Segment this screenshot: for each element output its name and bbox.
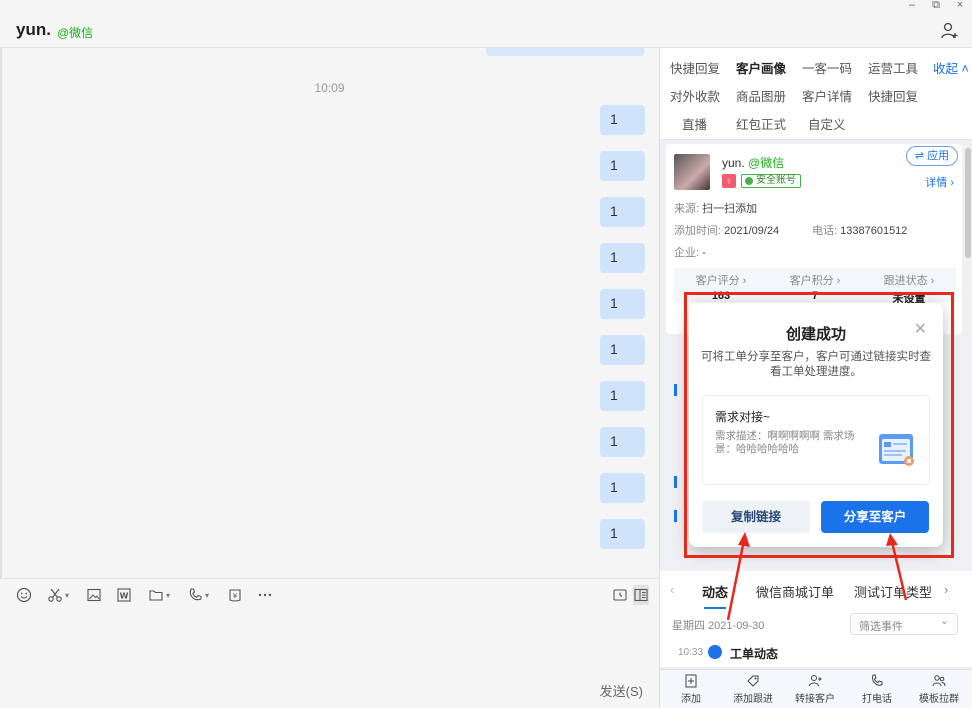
phone-icon[interactable]: ▾: [187, 585, 209, 605]
tab-one-customer-one-code[interactable]: 一客一码: [802, 58, 852, 77]
safe-account-badge: 安全账号: [741, 174, 801, 188]
tab-customer-detail[interactable]: 客户详情: [802, 86, 852, 105]
add-button[interactable]: 添加: [660, 674, 722, 705]
subtab-test-orders[interactable]: 测试订单类型: [854, 582, 932, 601]
document-icon[interactable]: W: [116, 585, 132, 605]
chat-header: yun. @微信: [0, 12, 972, 48]
more-icon[interactable]: [257, 585, 273, 605]
event-dot-icon: [708, 645, 722, 659]
subtab-prev-icon[interactable]: ‹: [670, 582, 674, 597]
subtab-next-icon[interactable]: ›: [944, 582, 948, 597]
contact-name: yun.: [16, 20, 51, 39]
message-bubble[interactable]: 1: [600, 381, 645, 411]
tab-operation-tools[interactable]: 运营工具: [868, 58, 918, 77]
add-user-icon[interactable]: [940, 22, 958, 40]
scroll-edge: [0, 48, 2, 578]
minimize-button[interactable]: –: [900, 0, 924, 12]
tab-live[interactable]: 直播: [682, 114, 707, 133]
template-group-button[interactable]: 模板拉群: [908, 674, 970, 705]
tab-quick-reply[interactable]: 快捷回复: [670, 58, 720, 77]
payment-icon[interactable]: ¥: [227, 585, 243, 605]
event-filter-select[interactable]: 筛选事件: [850, 613, 958, 635]
message-bubble[interactable]: 1: [600, 197, 645, 227]
message-bubble[interactable]: 1: [600, 519, 645, 549]
tool-tabs: 快捷回复 客户画像 一客一码 运营工具 收起 ˄ 对外收款 商品图册 客户详情 …: [660, 48, 972, 140]
chat-message-area[interactable]: 10:09 1 1 1 1 1 1 1 1 1 1: [0, 48, 659, 578]
follow-status-label[interactable]: 跟进状态 ›: [862, 272, 956, 288]
message-bubble[interactable]: 1: [600, 243, 645, 273]
annotation-highlight-box: [684, 292, 954, 558]
tab-custom[interactable]: 自定义: [808, 114, 846, 133]
restore-button[interactable]: ⧉: [924, 0, 948, 12]
score-label[interactable]: 客户评分 ›: [674, 272, 768, 288]
user-transfer-icon: [809, 675, 822, 687]
tab-customer-profile[interactable]: 客户画像: [736, 58, 786, 77]
tab-red-packet[interactable]: 红包正式: [736, 114, 786, 133]
image-icon[interactable]: [86, 585, 102, 605]
panel-scrollbar[interactable]: [965, 148, 971, 258]
activity-tabs: ‹ 动态 微信商城订单 测试订单类型 ›: [660, 571, 972, 609]
message-input[interactable]: 发送(S): [0, 610, 659, 708]
message-bubble-partial: [486, 48, 644, 56]
event-title: 工单动态: [730, 647, 779, 661]
activity-filter-row: 星期四 2021-09-30 筛选事件: [660, 609, 972, 639]
apply-button[interactable]: ⇌ 应用: [906, 146, 958, 166]
message-bubble[interactable]: 1: [600, 289, 645, 319]
close-window-button[interactable]: ×: [948, 0, 972, 12]
tab-quick-reply-2[interactable]: 快捷回复: [868, 86, 918, 105]
transfer-customer-button[interactable]: 转接客户: [784, 674, 846, 705]
customer-name: yun. @微信: [722, 156, 785, 170]
call-button[interactable]: 打电话: [846, 674, 908, 705]
points-label[interactable]: 客户积分 ›: [768, 272, 862, 288]
message-bubble[interactable]: 1: [600, 151, 645, 181]
message-timestamp: 10:09: [314, 81, 345, 95]
folder-icon[interactable]: ▾: [148, 585, 170, 605]
added-time-row: 添加时间: 2021/09/24: [674, 225, 780, 237]
section-marker: [674, 510, 677, 522]
subtab-activity[interactable]: 动态: [702, 582, 728, 609]
message-bubble[interactable]: 1: [600, 105, 645, 135]
app-window: – ⧉ × yun. @微信 10:09 1 1 1 1 1 1 1 1 1 1: [0, 0, 972, 708]
tab-external-payment[interactable]: 对外收款: [670, 86, 720, 105]
section-marker: [674, 384, 677, 396]
message-bubble[interactable]: 1: [600, 473, 645, 503]
svg-text:¥: ¥: [233, 592, 238, 600]
company-row: 企业: -: [674, 247, 706, 259]
emoji-icon[interactable]: [16, 585, 32, 605]
screenshot-icon[interactable]: ▾: [47, 585, 69, 605]
input-toolbar: ▾ W ▾ ▾ ¥: [0, 578, 659, 610]
tab-product-album[interactable]: 商品图册: [736, 86, 786, 105]
group-icon: [932, 675, 946, 687]
send-button[interactable]: 发送(S): [600, 681, 643, 700]
phone-row: 电话: 13387601512: [812, 225, 908, 237]
event-time: 10:33: [678, 647, 704, 658]
contact-source-tag: @微信: [57, 26, 94, 40]
subtab-wechat-orders[interactable]: 微信商城订单: [756, 582, 834, 601]
add-follow-button[interactable]: 添加跟进: [722, 674, 784, 705]
window-controls: – ⧉ ×: [900, 0, 972, 12]
tag-icon: [747, 675, 759, 687]
phone-icon: [872, 674, 883, 686]
source-row: 来源: 扫一扫添加: [674, 203, 758, 215]
avatar: [674, 154, 710, 190]
history-icon[interactable]: [612, 585, 628, 605]
detail-link[interactable]: 详情 ›: [925, 174, 954, 190]
sidebar-toggle-icon[interactable]: [633, 585, 649, 605]
section-marker: [674, 476, 677, 488]
add-doc-icon: [685, 674, 697, 688]
event-item[interactable]: 10:33 工单动态: [660, 639, 972, 667]
message-bubble[interactable]: 1: [600, 427, 645, 457]
svg-text:W: W: [120, 592, 129, 601]
bottom-action-bar: 添加 添加跟进 转接客户 打电话 模板拉群: [660, 669, 972, 708]
message-bubble[interactable]: 1: [600, 335, 645, 365]
activity-date: 星期四 2021-09-30: [672, 620, 765, 632]
female-icon: ♀: [722, 174, 736, 188]
collapse-tabs-button[interactable]: 收起 ˄: [933, 58, 969, 77]
